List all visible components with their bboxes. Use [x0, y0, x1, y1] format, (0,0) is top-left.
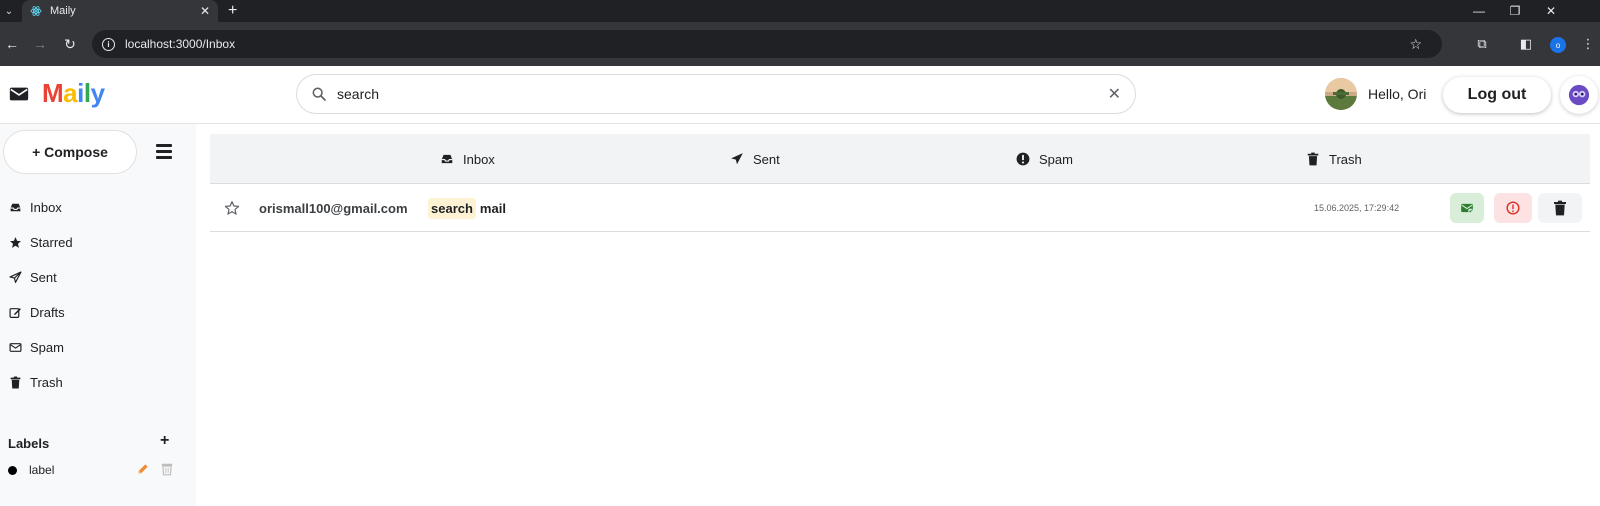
add-label-button[interactable]: + [160, 432, 169, 450]
menu-toggle-icon[interactable] [156, 144, 172, 159]
reload-icon[interactable]: ↻ [58, 22, 82, 66]
minimize-icon[interactable]: — [1464, 0, 1494, 22]
envelope-check-icon [1461, 203, 1473, 214]
trash-icon[interactable] [160, 462, 174, 476]
edit-icon [8, 305, 22, 319]
logo-letter: M [42, 78, 64, 108]
mail-date: 15.06.2025, 17:29:42 [1314, 203, 1400, 213]
back-icon[interactable]: ← [0, 22, 24, 66]
clear-search-icon[interactable]: ✕ [1108, 84, 1121, 104]
restore-icon[interactable]: ❐ [1500, 0, 1530, 22]
alert-circle-icon [1506, 201, 1520, 215]
tab-label: Inbox [463, 151, 495, 167]
browser-tab-bar: ⌄ Maily ✕ + — ❐ ✕ [0, 0, 1600, 22]
tab-sent[interactable]: Sent [730, 134, 780, 184]
search-bar: ✕ [296, 74, 1136, 114]
sidebar-item-starred[interactable]: Starred [8, 231, 73, 253]
side-panel-icon[interactable]: ◧ [1514, 22, 1538, 66]
label-color-dot [8, 465, 17, 475]
user-avatar[interactable] [1325, 78, 1357, 110]
subject-text: mail [479, 201, 506, 216]
sidebar-item-label: Starred [30, 234, 73, 250]
trash-icon [8, 375, 22, 389]
app-header: Maily ✕ Hello, Ori Log out [0, 66, 1600, 124]
inbox-icon [8, 200, 22, 214]
sidebar-item-label: Drafts [30, 304, 65, 320]
sidebar-item-label: Sent [30, 269, 57, 285]
sidebar-item-spam[interactable]: Spam [8, 336, 64, 358]
sidebar-item-label: Spam [30, 339, 64, 355]
report-spam-button[interactable] [1494, 193, 1532, 223]
trash-icon [1554, 200, 1566, 216]
browser-tab[interactable]: Maily ✕ [22, 0, 218, 22]
greeting-text: Hello, Ori [1368, 86, 1427, 102]
compose-button[interactable]: + Compose [3, 130, 137, 174]
alert-icon [1016, 152, 1030, 166]
send-icon [730, 152, 744, 166]
tab-label: Spam [1039, 151, 1073, 167]
url-text: localhost:3000/Inbox [125, 37, 236, 51]
app-logo[interactable]: Maily [42, 78, 105, 109]
owl-mode-icon [1568, 84, 1590, 106]
tab-close-icon[interactable]: ✕ [200, 4, 210, 18]
tab-trash[interactable]: Trash [1306, 134, 1362, 184]
envelope-icon [8, 340, 22, 354]
inbox-icon [440, 152, 454, 166]
new-tab-icon[interactable]: + [228, 0, 237, 22]
forward-icon[interactable]: → [28, 22, 52, 66]
label-item[interactable]: label [8, 460, 178, 480]
extensions-icon[interactable]: ⧉ [1470, 22, 1494, 66]
sidebar: + Compose Inbox Starred Sent Drafts Spam [0, 124, 196, 506]
react-favicon-icon [30, 6, 42, 16]
logo-letter: y [90, 78, 105, 108]
tab-search-icon[interactable]: ⌄ [0, 0, 18, 22]
pencil-icon[interactable] [136, 462, 150, 476]
sidebar-item-sent[interactable]: Sent [8, 266, 57, 288]
menu-kebab-icon[interactable]: ⋮ [1576, 22, 1600, 66]
star-outline-icon[interactable] [224, 200, 240, 216]
trash-icon [1306, 152, 1320, 166]
browser-toolbar: ← → ↻ i localhost:3000/Inbox ☆ ⧉ ◧ ⋮ [0, 22, 1600, 66]
mail-sender: orismall100@gmail.com [259, 201, 408, 216]
search-input[interactable] [337, 86, 1108, 102]
site-info-icon[interactable]: i [102, 37, 115, 51]
labels-heading: Labels [8, 436, 50, 451]
tab-spam[interactable]: Spam [1016, 134, 1073, 184]
search-highlight: search [428, 198, 476, 219]
tab-label: Sent [753, 151, 780, 167]
sidebar-item-label: Inbox [30, 199, 62, 215]
mail-subject: search mail [428, 198, 506, 219]
delete-button[interactable] [1538, 193, 1582, 223]
tab-inbox[interactable]: Inbox [440, 134, 495, 184]
sidebar-item-inbox[interactable]: Inbox [8, 196, 62, 218]
logout-button[interactable]: Log out [1443, 77, 1551, 113]
theme-toggle-button[interactable] [1560, 76, 1598, 114]
search-icon [312, 87, 326, 101]
mail-row[interactable]: orismall100@gmail.com search mail 15.06.… [210, 186, 1590, 232]
folder-tabs: Inbox Sent Spam Trash [210, 134, 1590, 184]
tab-label: Trash [1329, 151, 1362, 167]
logo-letter: l [83, 78, 91, 108]
logo-letter: a [63, 78, 78, 108]
bookmark-star-icon[interactable]: ☆ [1409, 36, 1422, 53]
logo-letter: i [77, 78, 84, 108]
envelope-logo-icon [9, 87, 29, 101]
tab-title: Maily [50, 5, 76, 17]
close-window-icon[interactable]: ✕ [1536, 0, 1566, 22]
sidebar-item-label: Trash [30, 374, 63, 390]
address-bar[interactable]: i localhost:3000/Inbox ☆ [92, 30, 1442, 58]
mark-read-button[interactable] [1450, 193, 1484, 223]
star-icon [8, 235, 22, 249]
sidebar-item-trash[interactable]: Trash [8, 371, 63, 393]
sidebar-item-drafts[interactable]: Drafts [8, 301, 65, 323]
send-icon [8, 270, 22, 284]
label-name: label [29, 463, 55, 477]
profile-avatar[interactable]: o [1550, 37, 1566, 53]
